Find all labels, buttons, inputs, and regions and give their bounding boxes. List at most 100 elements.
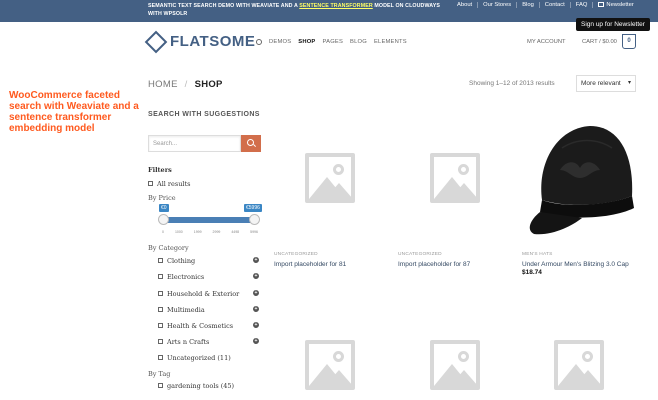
price-slider-ticks: 0 1000 1999 2999 4498 5996 — [162, 230, 258, 234]
price-tick: 2999 — [212, 230, 221, 234]
breadcrumb-home[interactable]: HOME — [148, 79, 178, 90]
checkbox-icon — [158, 307, 163, 312]
checkbox-icon — [158, 274, 163, 279]
price-max-tag: €5996 — [244, 204, 262, 212]
top-link-contact[interactable]: Contact — [538, 2, 570, 8]
category-item[interactable]: Electronics — [158, 273, 204, 281]
price-tick: 1000 — [174, 230, 183, 234]
search-button[interactable] — [241, 135, 261, 152]
price-slider-max-handle[interactable] — [249, 214, 260, 225]
logo-text: FLATSOME — [170, 33, 256, 50]
product-category: MEN'S HATS — [522, 252, 553, 257]
nav-blog[interactable]: BLOG — [350, 39, 367, 45]
sort-value: More relevant — [581, 80, 621, 87]
chevron-down-icon: ▾ — [627, 80, 631, 86]
product-price: $18.74 — [522, 269, 542, 276]
checkbox-icon — [158, 291, 163, 296]
placeholder-sun — [333, 164, 344, 175]
placeholder-mountain — [325, 183, 353, 199]
filters-heading: Filters — [148, 166, 172, 174]
breadcrumb-separator: / — [184, 79, 188, 90]
search-icon[interactable] — [256, 39, 262, 45]
expand-plus-icon[interactable]: + — [253, 322, 259, 328]
expand-plus-icon[interactable]: + — [253, 306, 259, 312]
checkbox-icon — [158, 339, 163, 344]
price-filter-heading: By Price — [148, 194, 176, 202]
tag-item[interactable]: gardening tools (45) — [158, 382, 234, 390]
top-link-our-stores[interactable]: Our Stores — [477, 2, 516, 8]
category-item[interactable]: Clothing — [158, 257, 195, 265]
nav-demos[interactable]: DEMOS — [269, 39, 291, 45]
price-tick: 5996 — [250, 230, 258, 234]
placeholder-mountain — [450, 370, 478, 386]
cart-link[interactable]: CART / $0.00 — [582, 39, 617, 45]
logo-diamond-icon — [144, 30, 168, 53]
sentence-transformer-link[interactable]: SENTENCE TRANSFORMER — [299, 3, 373, 9]
tag-filter-heading: By Tag — [148, 370, 171, 378]
product-category: UNCATEGORIZED — [398, 252, 442, 257]
top-bar-message: SEMANTIC TEXT SEARCH DEMO WITH WEAVIATE … — [148, 3, 440, 17]
nav-elements[interactable]: ELEMENTS — [374, 39, 407, 45]
breadcrumb: HOME / SHOP — [148, 79, 223, 90]
sort-select[interactable]: More relevant ▾ — [576, 75, 636, 92]
top-bar: SEMANTIC TEXT SEARCH DEMO WITH WEAVIATE … — [0, 0, 658, 22]
placeholder-sun — [458, 351, 469, 362]
product-category: UNCATEGORIZED — [274, 252, 318, 257]
result-count: Showing 1–12 of 2013 results — [469, 80, 555, 87]
price-min-tag: €0 — [159, 204, 169, 212]
expand-plus-icon[interactable]: + — [253, 257, 259, 263]
side-note: WooCommerce faceted search with Weaviate… — [9, 90, 139, 134]
price-tick: 0 — [162, 230, 164, 234]
product-image-placeholder[interactable] — [430, 340, 480, 390]
placeholder-mountain — [574, 370, 602, 386]
checkbox-icon — [158, 355, 163, 360]
newsletter-link[interactable]: Newsletter — [592, 2, 638, 8]
main-nav: DEMOS SHOP PAGES BLOG ELEMENTS — [256, 39, 407, 45]
newsletter-tooltip: Sign up for Newsletter — [576, 18, 650, 31]
envelope-icon — [598, 2, 605, 7]
nav-shop[interactable]: SHOP — [298, 39, 315, 45]
cart-count-badge[interactable]: 0 — [622, 34, 636, 49]
sidebar-title: SEARCH WITH SUGGESTIONS — [148, 111, 260, 118]
price-slider-min-handle[interactable] — [158, 214, 169, 225]
placeholder-sun — [333, 351, 344, 362]
search-input[interactable]: Search... — [148, 135, 241, 152]
product-name[interactable]: Import placeholder for 81 — [274, 261, 346, 268]
price-tick: 1999 — [193, 230, 202, 234]
category-item[interactable]: Household & Exterior — [158, 290, 239, 298]
product-name[interactable]: Import placeholder for 87 — [398, 261, 470, 268]
category-item[interactable]: Arts n Crafts — [158, 338, 209, 346]
expand-plus-icon[interactable]: + — [253, 338, 259, 344]
category-item[interactable]: Health & Cosmetics — [158, 322, 233, 330]
checkbox-icon — [158, 323, 163, 328]
placeholder-sun — [582, 351, 593, 362]
search-icon-handle — [252, 144, 257, 148]
category-item[interactable]: Uncategorized (11) — [158, 354, 231, 362]
checkbox-icon — [148, 181, 153, 186]
checkbox-icon — [158, 258, 163, 263]
category-item[interactable]: Multimedia — [158, 306, 205, 314]
all-results-filter[interactable]: All results — [148, 180, 190, 188]
placeholder-mountain — [450, 183, 478, 199]
product-name[interactable]: Under Armour Men's Blitzing 3.0 Cap — [522, 261, 629, 268]
top-link-blog[interactable]: Blog — [516, 2, 539, 8]
nav-pages[interactable]: PAGES — [323, 39, 344, 45]
top-links: About Our Stores Blog Contact FAQ Newsle… — [452, 2, 639, 8]
product-image-placeholder[interactable] — [305, 340, 355, 390]
expand-plus-icon[interactable]: + — [253, 273, 259, 279]
placeholder-mountain — [325, 370, 353, 386]
price-slider-track[interactable] — [163, 217, 255, 223]
price-tick: 4498 — [231, 230, 240, 234]
cap-product-image[interactable] — [522, 108, 636, 238]
product-image-placeholder[interactable] — [305, 153, 355, 203]
site-logo[interactable]: FLATSOME — [144, 30, 256, 53]
placeholder-sun — [458, 164, 469, 175]
checkbox-icon — [158, 383, 163, 388]
breadcrumb-current: SHOP — [194, 79, 223, 90]
expand-plus-icon[interactable]: + — [253, 290, 259, 296]
my-account-link[interactable]: MY ACCOUNT — [527, 39, 566, 45]
top-link-faq[interactable]: FAQ — [569, 2, 593, 8]
product-image-placeholder[interactable] — [430, 153, 480, 203]
top-link-about[interactable]: About — [452, 2, 477, 8]
product-image-placeholder[interactable] — [554, 340, 604, 390]
